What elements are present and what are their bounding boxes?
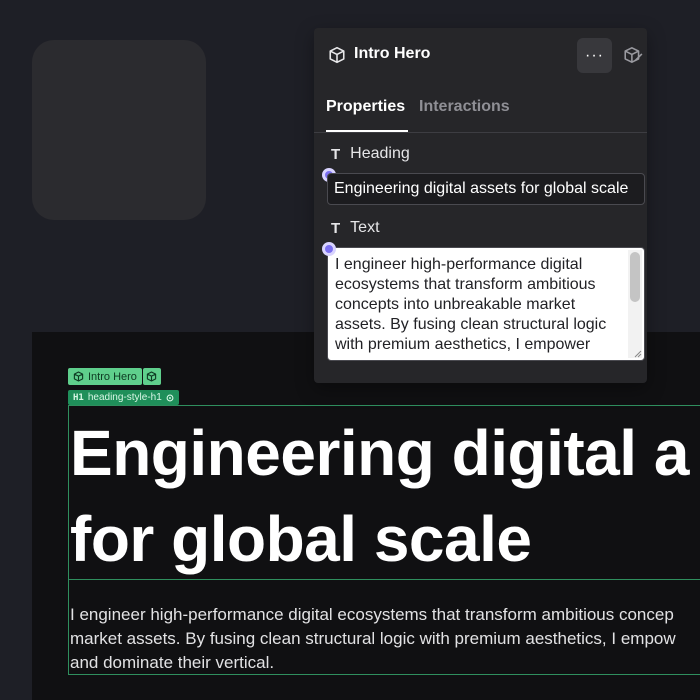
placeholder-tile	[32, 40, 206, 220]
hero-heading-line: Engineering digital a	[70, 417, 689, 489]
text-type-icon: T	[331, 145, 341, 163]
cube-icon	[329, 46, 345, 64]
cube-outline-icon	[147, 371, 157, 382]
more-icon: ···	[585, 46, 604, 64]
text-textarea-value: I engineer high-performance digital ecos…	[335, 256, 607, 353]
component-tag-label: Intro Hero	[88, 370, 137, 383]
text-label: Text	[350, 219, 380, 236]
cube-outline-icon[interactable]	[623, 46, 643, 64]
hero-heading[interactable]: Engineering digital a for global scale	[70, 410, 700, 582]
component-tag-row[interactable]: Intro Hero	[68, 368, 161, 385]
h1-tag-icon: H1	[73, 392, 84, 403]
panel-title: Intro Hero	[354, 45, 431, 62]
class-tag-label: heading-style-h1	[87, 392, 162, 403]
properties-panel: Intro Hero ··· Properties Interactions T…	[314, 28, 647, 383]
class-tag[interactable]: H1 heading-style-h1	[68, 390, 179, 405]
hero-paragraph-line: I engineer high-performance digital ecos…	[70, 605, 674, 624]
heading-field-label: T Heading	[331, 145, 410, 163]
cube-icon	[73, 371, 84, 382]
hero-paragraph[interactable]: I engineer high-performance digital ecos…	[70, 603, 700, 675]
more-button[interactable]: ···	[577, 38, 612, 73]
textarea-scroll-thumb[interactable]	[630, 252, 640, 302]
hero-heading-line: for global scale	[70, 503, 532, 575]
resize-grip-icon[interactable]	[632, 348, 642, 358]
tab-properties[interactable]: Properties	[326, 98, 405, 116]
binding-dot[interactable]	[322, 242, 336, 256]
hero-paragraph-line: and dominate their vertical.	[70, 653, 275, 672]
active-tab-indicator	[326, 130, 408, 132]
text-textarea[interactable]: I engineer high-performance digital ecos…	[327, 247, 645, 361]
component-settings-button[interactable]	[142, 368, 161, 385]
component-tag[interactable]: Intro Hero	[68, 368, 142, 385]
heading-input[interactable]	[327, 173, 645, 205]
heading-label: Heading	[350, 145, 410, 162]
text-field-label: T Text	[331, 219, 380, 237]
tab-interactions[interactable]: Interactions	[419, 98, 510, 116]
class-link-icon	[166, 394, 174, 401]
text-type-icon: T	[331, 219, 341, 237]
hero-paragraph-line: market assets. By fusing clean structura…	[70, 629, 676, 648]
panel-tabs: Properties Interactions	[314, 94, 647, 133]
panel-header: Intro Hero ···	[314, 28, 647, 84]
